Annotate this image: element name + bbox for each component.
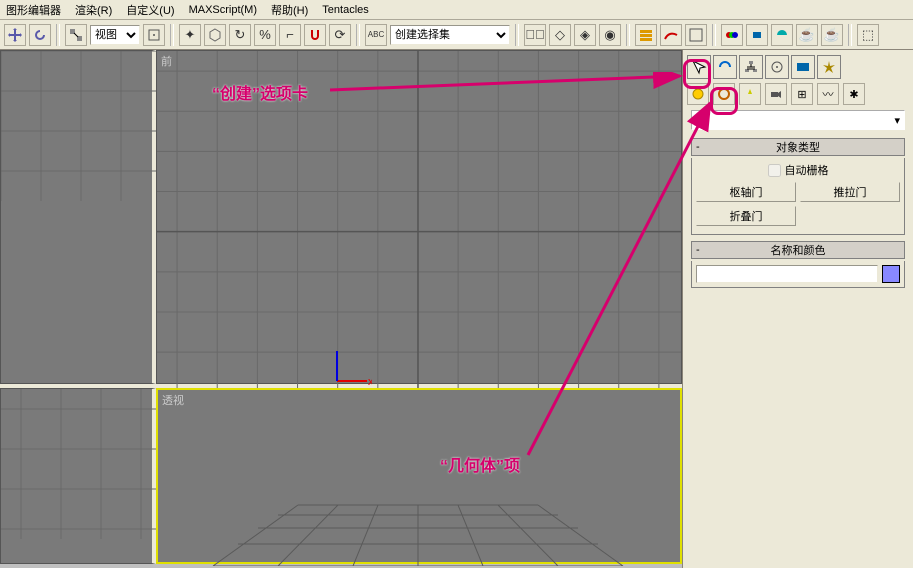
rotate-icon[interactable] bbox=[29, 24, 51, 46]
menu-item-tentacles[interactable]: Tentacles bbox=[322, 4, 368, 16]
viewport-top-left[interactable] bbox=[0, 50, 156, 384]
last-tool-icon[interactable]: ⬚ bbox=[857, 24, 879, 46]
create-subtabs: ⊞ 〰 ✱ bbox=[683, 80, 913, 108]
mirror-icon[interactable]: ▶⃓ bbox=[524, 24, 546, 46]
separator bbox=[170, 24, 174, 46]
workspace: 前 x z bbox=[0, 50, 913, 568]
utilities-tab[interactable] bbox=[817, 55, 841, 79]
menu-item-help[interactable]: 帮助(H) bbox=[271, 2, 308, 18]
rollout-body-objtype: 自动栅格 枢轴门 推拉门 折叠门 bbox=[691, 158, 905, 235]
cameras-subtab[interactable] bbox=[765, 83, 787, 105]
coord-center-icon[interactable] bbox=[143, 24, 165, 46]
viewport-bottom-left[interactable] bbox=[0, 388, 156, 564]
curve-editor-icon[interactable] bbox=[660, 24, 682, 46]
menu-item-graph-editor[interactable]: 图形编辑器 bbox=[6, 2, 61, 18]
geometry-subtab[interactable] bbox=[687, 83, 709, 105]
display-tab[interactable] bbox=[791, 55, 815, 79]
teapot-icon[interactable]: ☕ bbox=[796, 24, 818, 46]
rollout-header-objtype[interactable]: -对象类型 bbox=[691, 138, 905, 156]
separator bbox=[848, 24, 852, 46]
motion-tab[interactable] bbox=[765, 55, 789, 79]
svg-text:z: z bbox=[332, 351, 338, 352]
separator bbox=[626, 24, 630, 46]
material-icon[interactable] bbox=[721, 24, 743, 46]
annotation-text-geometry: “几何体”项 bbox=[440, 452, 520, 476]
snap-angle-icon[interactable]: ↻ bbox=[229, 24, 251, 46]
modify-tab[interactable] bbox=[713, 55, 737, 79]
viewport-perspective[interactable]: 透视 bbox=[156, 388, 682, 564]
schematic-icon[interactable] bbox=[685, 24, 707, 46]
separator bbox=[356, 24, 360, 46]
viewports: 前 x z bbox=[0, 50, 682, 568]
bifold-door-button[interactable]: 折叠门 bbox=[696, 206, 796, 226]
pivot-door-button[interactable]: 枢轴门 bbox=[696, 182, 796, 202]
separator bbox=[712, 24, 716, 46]
rollout-header-namecolor[interactable]: -名称和颜色 bbox=[691, 241, 905, 259]
axis-gizmo: x z bbox=[332, 351, 372, 391]
category-label: 门 bbox=[696, 112, 707, 128]
cube-icon[interactable] bbox=[204, 24, 226, 46]
hierarchy-tab[interactable] bbox=[739, 55, 763, 79]
category-dropdown[interactable]: 门 ▾ bbox=[691, 110, 905, 130]
render-icon[interactable]: ☕ bbox=[821, 24, 843, 46]
move-icon[interactable] bbox=[4, 24, 26, 46]
view-dropdown[interactable]: 视图 bbox=[90, 25, 140, 45]
align-icon[interactable]: ◇ bbox=[549, 24, 571, 46]
align3-icon[interactable]: ◉ bbox=[599, 24, 621, 46]
object-color-swatch[interactable] bbox=[882, 265, 900, 283]
svg-text:x: x bbox=[368, 376, 372, 388]
render-quick-icon[interactable] bbox=[771, 24, 793, 46]
menu-bar: 图形编辑器 渲染(R) 自定义(U) MAXScript(M) 帮助(H) Te… bbox=[0, 0, 913, 20]
align2-icon[interactable]: ◈ bbox=[574, 24, 596, 46]
rollout-body-namecolor bbox=[691, 261, 905, 288]
systems-subtab[interactable]: ✱ bbox=[843, 83, 865, 105]
create-tab[interactable] bbox=[687, 55, 711, 79]
annotation-text-create: “创建”选项卡 bbox=[212, 80, 308, 104]
spacewarps-subtab[interactable]: 〰 bbox=[817, 83, 839, 105]
helpers-subtab[interactable]: ⊞ bbox=[791, 83, 813, 105]
separator bbox=[56, 24, 60, 46]
object-name-input[interactable] bbox=[696, 265, 878, 283]
autogrid-checkbox[interactable]: 自动栅格 bbox=[696, 162, 900, 178]
shapes-subtab[interactable] bbox=[713, 83, 735, 105]
command-panel: ⊞ 〰 ✱ 门 ▾ -对象类型 自动栅格 枢轴门 推拉门 折叠门 -名称和颜色 bbox=[682, 50, 913, 568]
selection-set-dropdown[interactable]: 创建选择集 bbox=[390, 25, 510, 45]
command-panel-tabs bbox=[683, 50, 913, 80]
menu-item-customize[interactable]: 自定义(U) bbox=[126, 2, 174, 18]
magnet-icon[interactable] bbox=[304, 24, 326, 46]
spinner-icon[interactable]: ⟳ bbox=[329, 24, 351, 46]
render-setup-icon[interactable] bbox=[746, 24, 768, 46]
link-icon[interactable] bbox=[65, 24, 87, 46]
snap-percent-icon[interactable]: % bbox=[254, 24, 276, 46]
separator bbox=[515, 24, 519, 46]
sliding-door-button[interactable]: 推拉门 bbox=[800, 182, 900, 202]
dagger-icon[interactable]: ✦ bbox=[179, 24, 201, 46]
abc-icon[interactable]: ABC bbox=[365, 24, 387, 46]
lights-subtab[interactable] bbox=[739, 83, 761, 105]
layers-icon[interactable] bbox=[635, 24, 657, 46]
menu-item-maxscript[interactable]: MAXScript(M) bbox=[189, 4, 257, 16]
snap-toggle-icon[interactable]: ⌐ bbox=[279, 24, 301, 46]
main-toolbar: 视图 ✦ ↻ % ⌐ ⟳ ABC 创建选择集 ▶⃓ ◇ ◈ ◉ ☕ ☕ ⬚ bbox=[0, 20, 913, 50]
menu-item-render[interactable]: 渲染(R) bbox=[75, 2, 112, 18]
